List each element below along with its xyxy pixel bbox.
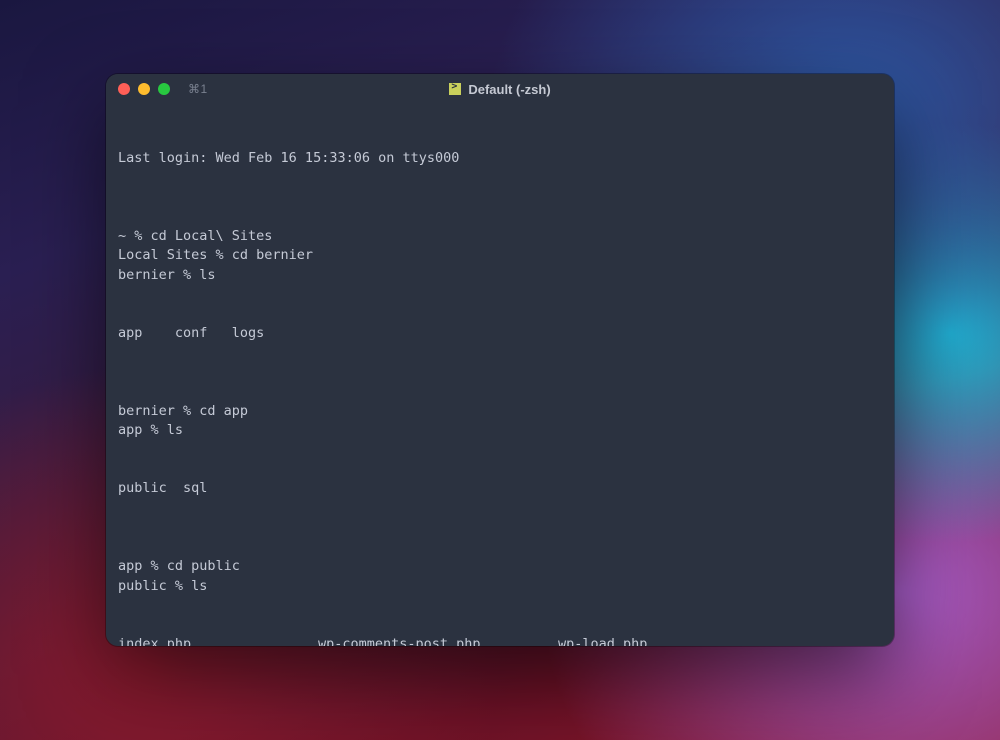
ls-output-row: index.phpwp-comments-post.phpwp-load.php — [118, 635, 882, 646]
ls-item: wp-comments-post.php — [318, 635, 558, 646]
last-login-line: Last login: Wed Feb 16 15:33:06 on ttys0… — [118, 149, 882, 168]
terminal-body[interactable]: Last login: Wed Feb 16 15:33:06 on ttys0… — [106, 104, 894, 646]
prompt-line: bernier % ls — [118, 266, 882, 285]
window-title-container: Default (-zsh) — [106, 82, 894, 97]
prompt-line: app % cd public — [118, 557, 882, 576]
close-button[interactable] — [118, 83, 130, 95]
minimize-button[interactable] — [138, 83, 150, 95]
window-title: Default (-zsh) — [468, 82, 550, 97]
prompt-line: app % ls — [118, 421, 882, 440]
ls-item: wp-load.php — [558, 635, 882, 646]
ls-item: index.php — [118, 635, 318, 646]
terminal-window: ⌘1 Default (-zsh) Last login: Wed Feb 16… — [106, 74, 894, 646]
maximize-button[interactable] — [158, 83, 170, 95]
prompt-line: bernier % cd app — [118, 402, 882, 421]
tab-indicator: ⌘1 — [188, 82, 208, 96]
terminal-icon — [449, 83, 461, 95]
traffic-lights — [118, 83, 170, 95]
prompt-line: Local Sites % cd bernier — [118, 246, 882, 265]
ls-output: public sql — [118, 479, 882, 498]
titlebar: ⌘1 Default (-zsh) — [106, 74, 894, 104]
prompt-line: public % ls — [118, 577, 882, 596]
prompt-line: ~ % cd Local\ Sites — [118, 227, 882, 246]
ls-output: app conf logs — [118, 324, 882, 343]
